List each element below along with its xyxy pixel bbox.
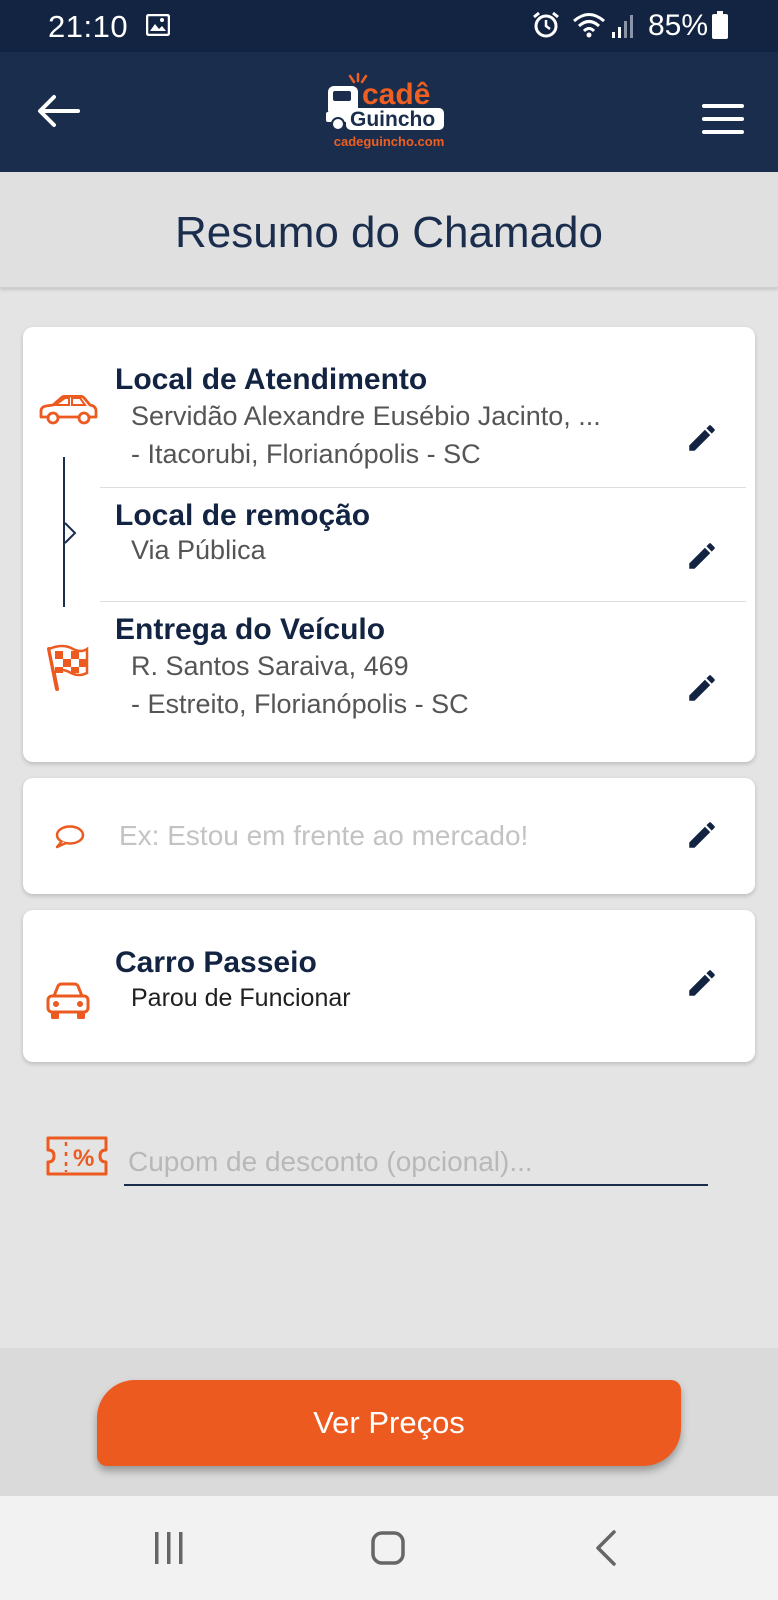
route-connector-line xyxy=(63,457,77,607)
back-arrow-icon[interactable] xyxy=(36,94,80,128)
pickup-address-line1: Servidão Alexandre Eusébio Jacinto, ... xyxy=(131,401,601,431)
svg-text:%: % xyxy=(73,1145,94,1172)
page-title: Resumo do Chamado xyxy=(174,208,603,257)
edit-delivery-pencil-icon[interactable] xyxy=(685,671,719,705)
checkered-flag-icon xyxy=(47,644,89,691)
alarm-icon xyxy=(533,11,559,38)
vehicle-problem: Parou de Funcionar xyxy=(131,984,351,1012)
home-icon[interactable] xyxy=(370,1530,406,1566)
delivery-address-line2: - Estreito, Florianópolis - SC xyxy=(131,689,469,719)
route-card: Local de Atendimento Servidão Alexandre … xyxy=(23,327,755,762)
tow-truck-logo-icon: cadê Guincho xyxy=(326,72,444,131)
edit-vehicle-pencil-icon[interactable] xyxy=(685,966,719,1000)
bottom-action-area: Ver Preços xyxy=(0,1348,778,1496)
speech-bubble-icon xyxy=(55,825,85,849)
coupon-input[interactable] xyxy=(124,1140,708,1186)
delivery-address-line1: R. Santos Saraiva, 469 xyxy=(131,651,409,681)
svg-text:Guincho: Guincho xyxy=(350,108,435,131)
signal-icon xyxy=(612,15,633,38)
removal-address-line1: Via Pública xyxy=(131,535,266,565)
divider xyxy=(100,487,746,488)
hamburger-menu-icon[interactable] xyxy=(702,104,744,134)
battery-percent: 85% xyxy=(647,9,708,42)
battery-icon xyxy=(712,11,728,39)
see-prices-button[interactable]: Ver Preços xyxy=(97,1380,681,1466)
note-input-placeholder[interactable]: Ex: Estou em frente ao mercado! xyxy=(119,820,528,852)
nav-back-icon[interactable] xyxy=(594,1530,618,1566)
page-header: Resumo do Chamado xyxy=(0,172,778,288)
vehicle-type: Carro Passeio xyxy=(115,946,317,979)
recent-apps-icon[interactable] xyxy=(152,1530,186,1566)
pickup-title: Local de Atendimento xyxy=(115,363,428,396)
removal-title: Local de remoção xyxy=(115,499,371,532)
car-front-icon xyxy=(46,982,90,1019)
app-bar: cadê Guincho cadeguincho.com xyxy=(0,52,778,172)
svg-text:cadê: cadê xyxy=(362,78,430,111)
edit-note-pencil-icon[interactable] xyxy=(685,818,719,852)
system-nav-bar xyxy=(0,1496,778,1600)
image-icon xyxy=(146,14,170,36)
car-outline-icon xyxy=(39,395,98,425)
wifi-icon xyxy=(573,13,605,38)
edit-pickup-pencil-icon[interactable] xyxy=(685,421,719,455)
pickup-address-line2: - Itacorubi, Florianópolis - SC xyxy=(131,439,481,469)
status-time: 21:10 xyxy=(48,9,129,44)
app-logo: cadê Guincho cadeguincho.com xyxy=(324,72,454,160)
delivery-title: Entrega do Veículo xyxy=(115,613,386,646)
note-card[interactable]: Ex: Estou em frente ao mercado! xyxy=(23,778,755,894)
status-bar: 21:10 85% xyxy=(0,0,778,52)
discount-coupon-icon: % xyxy=(46,1136,108,1176)
edit-removal-pencil-icon[interactable] xyxy=(685,539,719,573)
vehicle-card[interactable]: Carro Passeio Parou de Funcionar xyxy=(23,910,755,1062)
logo-url: cadeguincho.com xyxy=(333,134,445,149)
divider xyxy=(100,601,746,602)
